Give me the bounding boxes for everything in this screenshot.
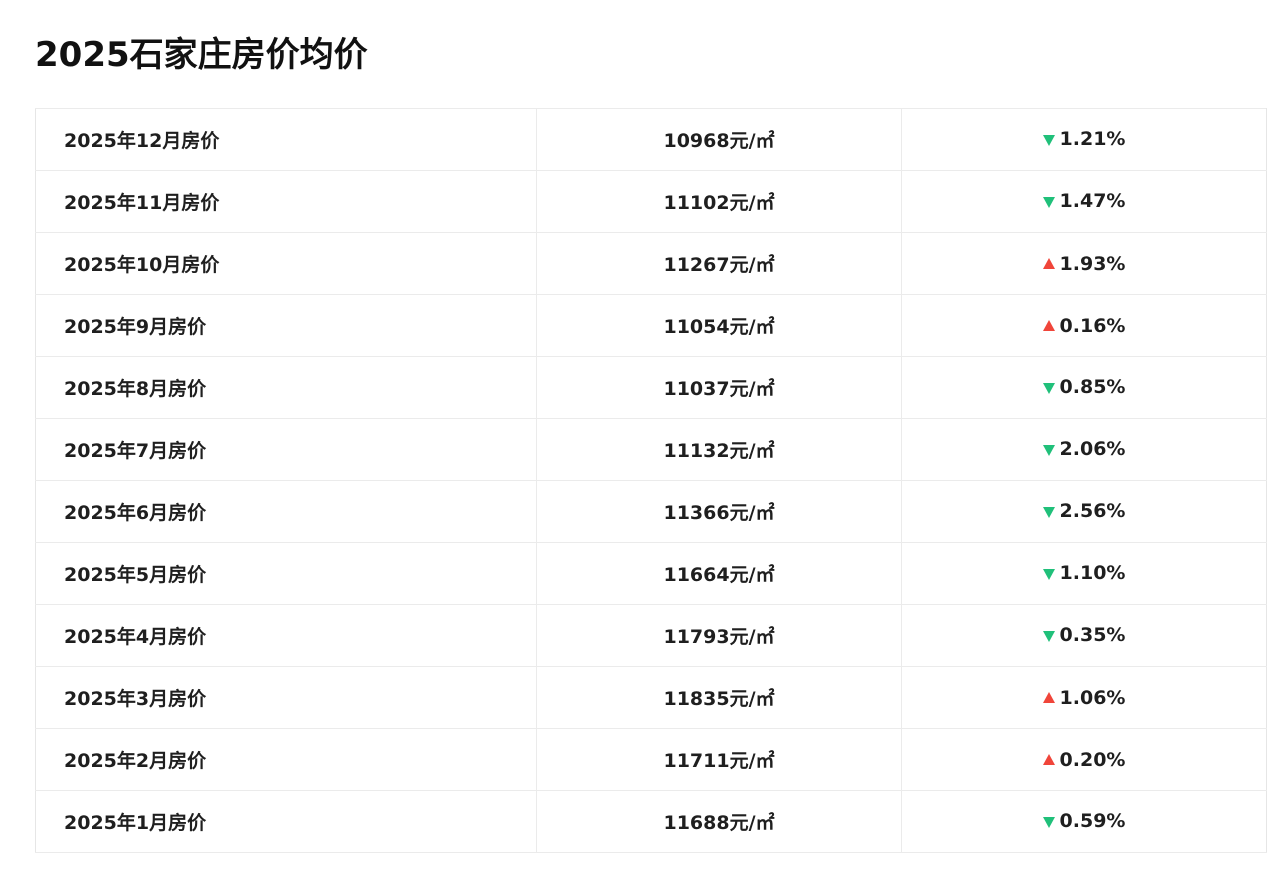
change-cell: 0.35%	[901, 604, 1267, 667]
change-value: 0.59%	[1059, 810, 1126, 833]
change-value: 0.35%	[1059, 624, 1126, 647]
change-value: 2.06%	[1059, 438, 1126, 461]
month-cell: 2025年2月房价	[35, 728, 537, 791]
month-cell: 2025年10月房价	[35, 232, 537, 295]
change-value: 1.10%	[1059, 562, 1126, 585]
table-row: 2025年6月房价 11366元/㎡ 2.56%	[35, 480, 1267, 543]
arrow-down-icon	[1042, 134, 1055, 146]
change-cell: 0.16%	[901, 294, 1267, 357]
change-value: 1.06%	[1059, 687, 1126, 709]
price-cell: 11711元/㎡	[536, 728, 902, 791]
price-cell: 10968元/㎡	[536, 108, 902, 171]
change-indicator: 1.06%	[1042, 687, 1126, 709]
month-cell: 2025年8月房价	[35, 356, 537, 419]
arrow-down-icon	[1042, 444, 1055, 456]
price-cell: 11366元/㎡	[536, 480, 902, 543]
price-cell: 11037元/㎡	[536, 356, 902, 419]
table-row: 2025年2月房价 11711元/㎡ 0.20%	[35, 728, 1267, 791]
arrow-up-icon	[1042, 754, 1055, 765]
price-cell: 11664元/㎡	[536, 542, 902, 605]
change-value: 2.56%	[1059, 500, 1126, 523]
table-row: 2025年10月房价 11267元/㎡ 1.93%	[35, 232, 1267, 295]
price-cell: 11793元/㎡	[536, 604, 902, 667]
change-cell: 1.10%	[901, 542, 1267, 605]
arrow-up-icon	[1042, 692, 1055, 703]
table-row: 2025年11月房价 11102元/㎡ 1.47%	[35, 170, 1267, 233]
table-row: 2025年9月房价 11054元/㎡ 0.16%	[35, 294, 1267, 357]
page-title: 2025石家庄房价均价	[35, 35, 368, 75]
price-cell: 11102元/㎡	[536, 170, 902, 233]
change-indicator: 1.93%	[1042, 253, 1126, 275]
arrow-up-icon	[1042, 320, 1055, 331]
price-cell: 11835元/㎡	[536, 666, 902, 729]
change-indicator: 2.06%	[1042, 438, 1126, 461]
change-cell: 1.21%	[901, 108, 1267, 171]
month-cell: 2025年1月房价	[35, 790, 537, 853]
table-row: 2025年1月房价 11688元/㎡ 0.59%	[35, 790, 1267, 853]
change-indicator: 0.59%	[1042, 810, 1126, 833]
table-row: 2025年3月房价 11835元/㎡ 1.06%	[35, 666, 1267, 729]
change-indicator: 0.35%	[1042, 624, 1126, 647]
month-cell: 2025年12月房价	[35, 108, 537, 171]
change-value: 0.20%	[1059, 749, 1126, 771]
change-value: 0.85%	[1059, 376, 1126, 399]
month-cell: 2025年7月房价	[35, 418, 537, 481]
change-value: 1.21%	[1059, 128, 1126, 151]
price-cell: 11132元/㎡	[536, 418, 902, 481]
arrow-down-icon	[1042, 506, 1055, 518]
change-cell: 1.06%	[901, 666, 1267, 729]
change-cell: 2.06%	[901, 418, 1267, 481]
change-cell: 0.59%	[901, 790, 1267, 853]
arrow-up-icon	[1042, 258, 1055, 269]
month-cell: 2025年5月房价	[35, 542, 537, 605]
table-row: 2025年12月房价 10968元/㎡ 1.21%	[35, 108, 1267, 171]
change-indicator: 0.20%	[1042, 749, 1126, 771]
price-cell: 11688元/㎡	[536, 790, 902, 853]
change-indicator: 1.10%	[1042, 562, 1126, 585]
month-cell: 2025年4月房价	[35, 604, 537, 667]
change-value: 1.47%	[1059, 190, 1126, 213]
change-indicator: 1.21%	[1042, 128, 1126, 151]
month-cell: 2025年6月房价	[35, 480, 537, 543]
table-row: 2025年8月房价 11037元/㎡ 0.85%	[35, 356, 1267, 419]
change-indicator: 0.85%	[1042, 376, 1126, 399]
month-cell: 2025年9月房价	[35, 294, 537, 357]
change-value: 1.93%	[1059, 253, 1126, 275]
change-cell: 1.47%	[901, 170, 1267, 233]
change-indicator: 1.47%	[1042, 190, 1126, 213]
change-cell: 2.56%	[901, 480, 1267, 543]
price-cell: 11267元/㎡	[536, 232, 902, 295]
price-cell: 11054元/㎡	[536, 294, 902, 357]
arrow-down-icon	[1042, 568, 1055, 580]
arrow-down-icon	[1042, 630, 1055, 642]
month-cell: 2025年3月房价	[35, 666, 537, 729]
table-row: 2025年5月房价 11664元/㎡ 1.10%	[35, 542, 1267, 605]
change-cell: 1.93%	[901, 232, 1267, 295]
arrow-down-icon	[1042, 816, 1055, 828]
change-cell: 0.20%	[901, 728, 1267, 791]
change-indicator: 0.16%	[1042, 315, 1126, 337]
price-table: 2025年12月房价 10968元/㎡ 1.21% 2025年11月房价 111…	[35, 108, 1267, 853]
arrow-down-icon	[1042, 382, 1055, 394]
table-row: 2025年7月房价 11132元/㎡ 2.06%	[35, 418, 1267, 481]
arrow-down-icon	[1042, 196, 1055, 208]
change-cell: 0.85%	[901, 356, 1267, 419]
table-row: 2025年4月房价 11793元/㎡ 0.35%	[35, 604, 1267, 667]
change-value: 0.16%	[1059, 315, 1126, 337]
month-cell: 2025年11月房价	[35, 170, 537, 233]
change-indicator: 2.56%	[1042, 500, 1126, 523]
